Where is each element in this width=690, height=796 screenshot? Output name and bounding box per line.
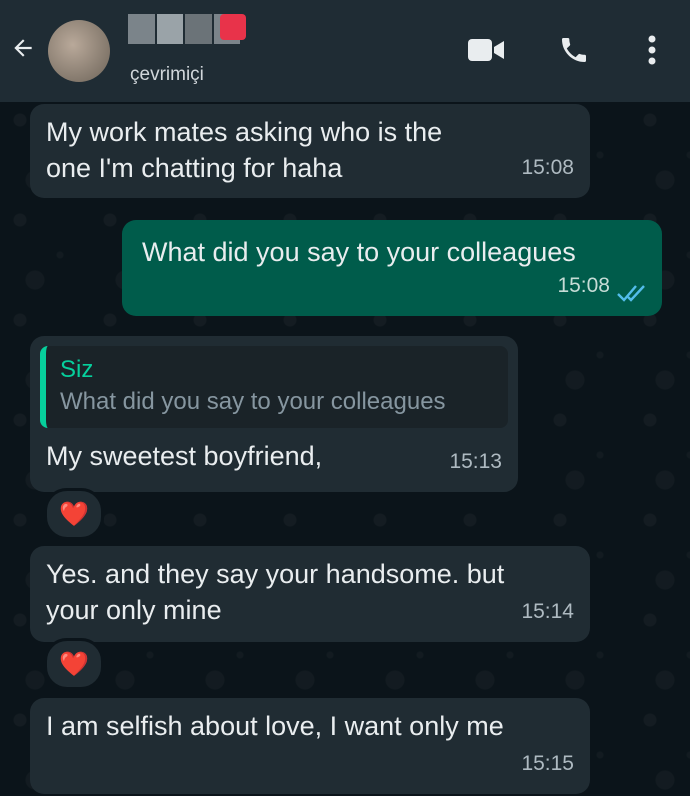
quote-text: What did you say to your colleagues [60, 388, 446, 415]
message-time: 15:14 [521, 600, 574, 623]
heart-emoji-icon [220, 14, 246, 40]
chat-header: çevrimiçi [0, 0, 690, 102]
read-ticks-icon [617, 285, 645, 302]
message-bubble-incoming[interactable]: My work mates asking who is the one I'm … [30, 104, 590, 198]
message-text: What did you say to your colleagues [142, 237, 576, 267]
message-bubble-incoming[interactable]: Yes. and they say your handsome. but you… [30, 546, 590, 642]
quoted-message[interactable]: Siz What did you say to your colleagues [40, 346, 508, 428]
message-text: Yes. and they say your handsome. but you… [46, 559, 505, 625]
contact-avatar[interactable] [48, 20, 110, 82]
reaction-badge[interactable]: ❤️ [44, 488, 104, 540]
video-call-icon[interactable] [466, 30, 506, 70]
message-text: I am selfish about love, I want only me [46, 711, 504, 741]
heart-reaction-icon: ❤️ [59, 500, 89, 528]
message-bubble-incoming[interactable]: Siz What did you say to your colleagues … [30, 336, 518, 492]
message-time: 15:13 [449, 450, 502, 473]
message-bubble-outgoing[interactable]: What did you say to your colleagues 15:0… [122, 220, 662, 316]
heart-reaction-icon: ❤️ [59, 650, 89, 678]
more-options-icon[interactable] [632, 30, 672, 70]
message-text: My sweetest boyfriend, [46, 441, 323, 471]
message-time: 15:15 [521, 752, 574, 775]
contact-name[interactable] [128, 14, 246, 44]
message-bubble-incoming[interactable]: I am selfish about love, I want only me … [30, 698, 590, 794]
contact-status: çevrimiçi [130, 64, 204, 85]
back-arrow-icon[interactable] [8, 30, 38, 66]
message-text: My work mates asking who is the one I'm … [46, 117, 443, 183]
message-time: 15:08 [557, 274, 610, 297]
message-time: 15:08 [521, 156, 574, 179]
reaction-badge[interactable]: ❤️ [44, 638, 104, 690]
quote-author: Siz [60, 356, 94, 383]
voice-call-icon[interactable] [554, 30, 594, 70]
